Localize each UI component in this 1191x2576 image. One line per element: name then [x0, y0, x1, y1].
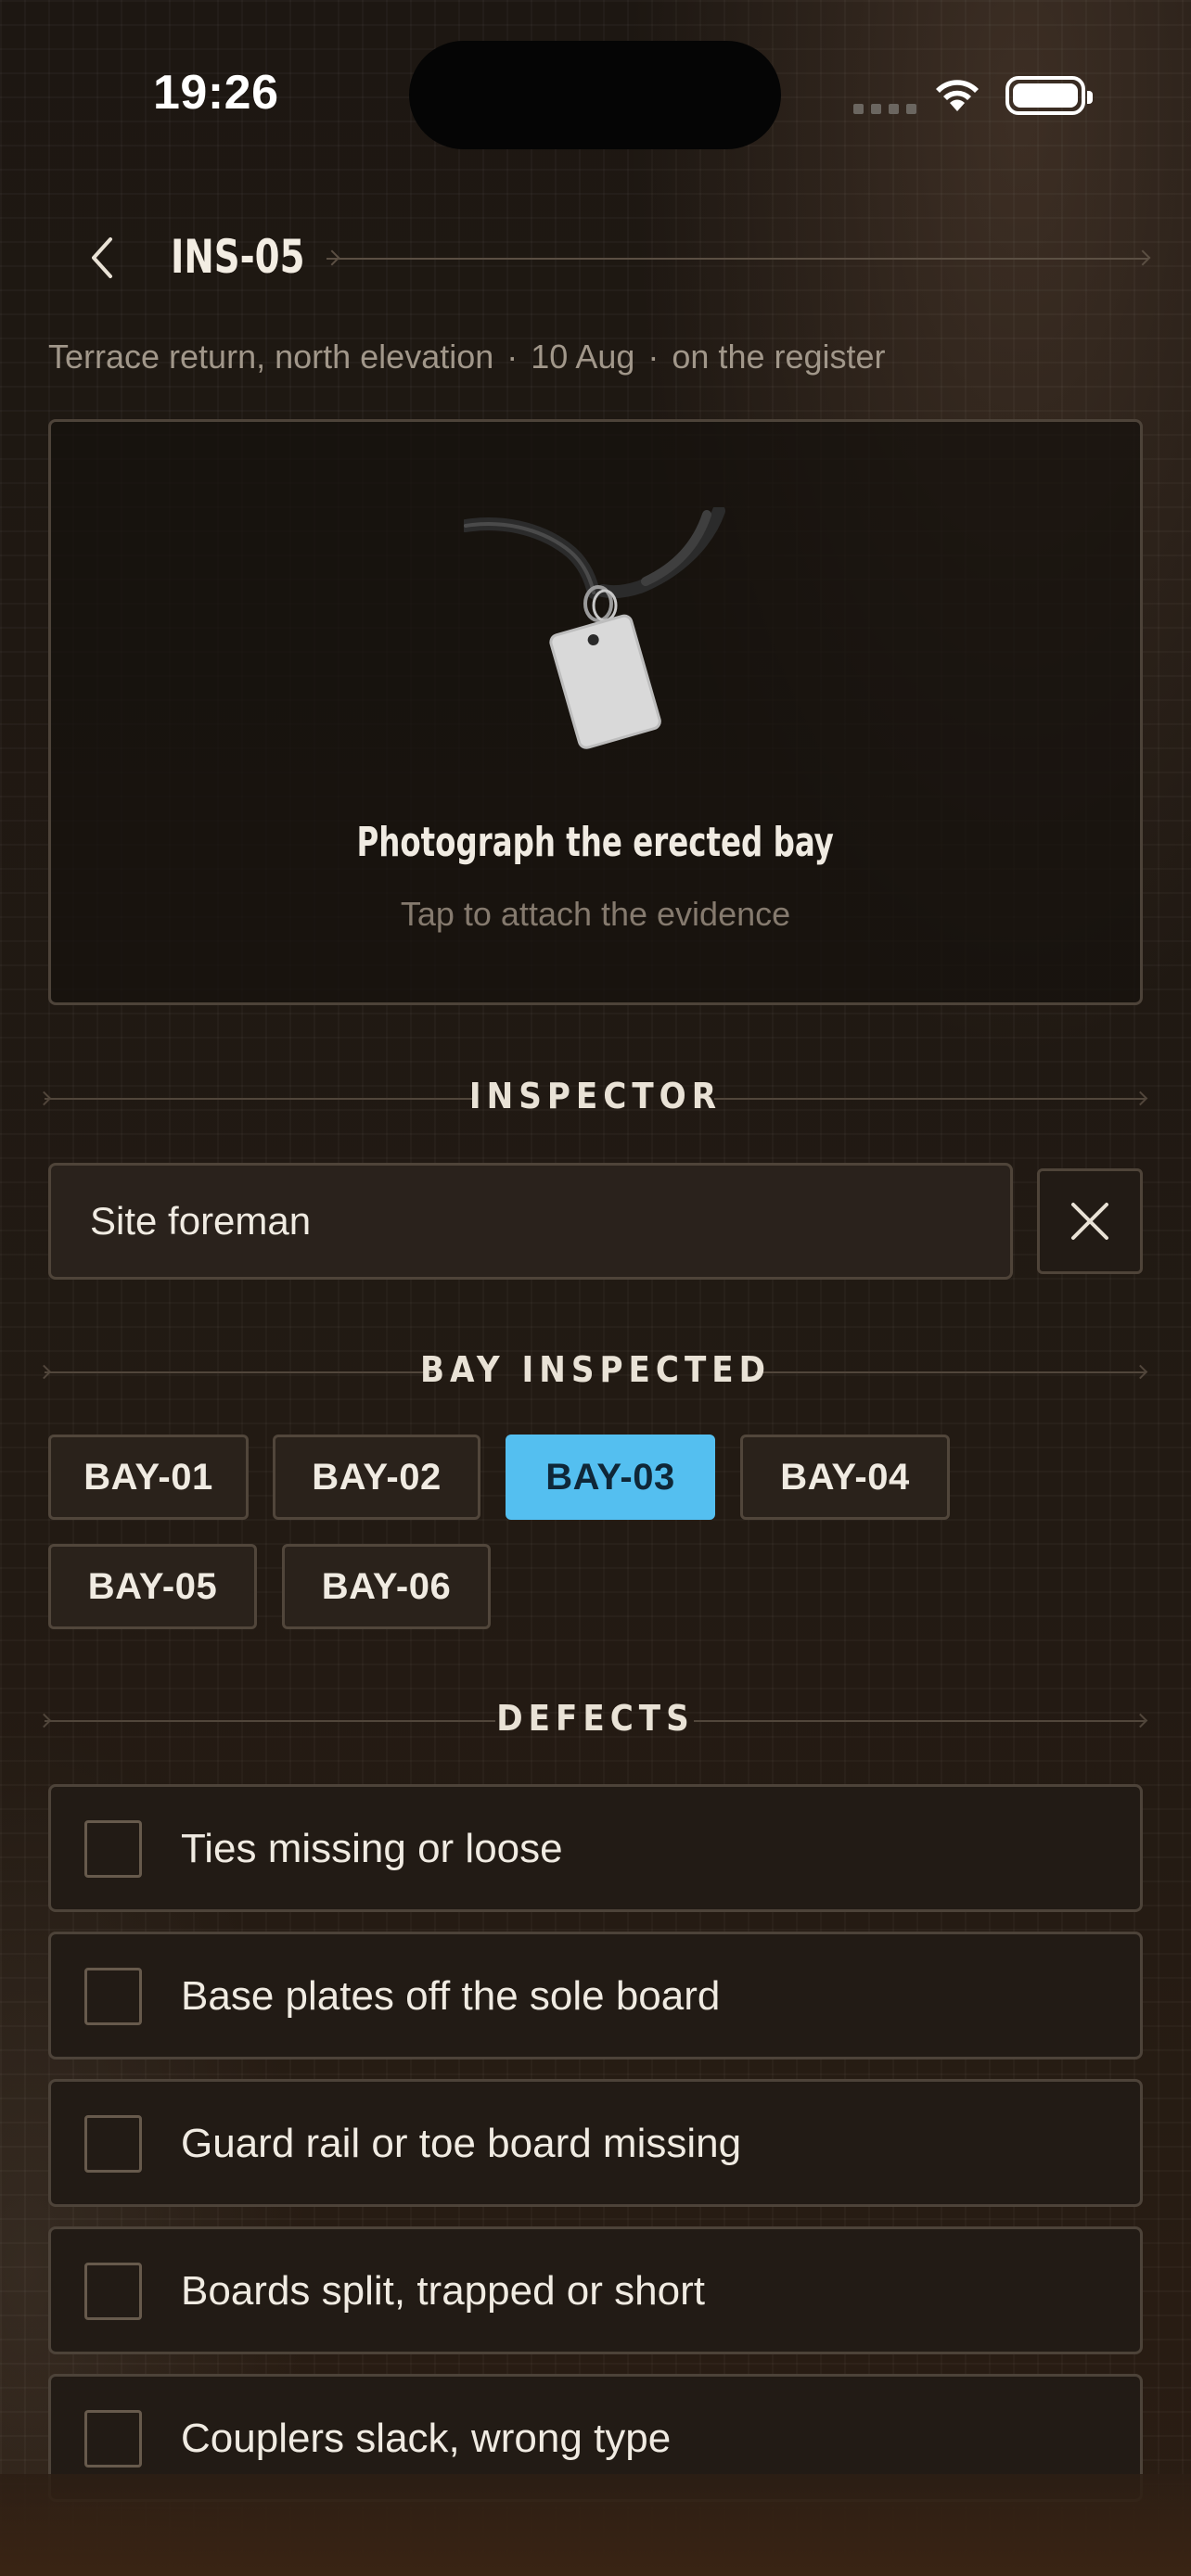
defect-item[interactable]: Guard rail or toe board missing: [48, 2079, 1143, 2207]
dynamic-island: [409, 41, 781, 149]
defect-item[interactable]: Boards split, trapped or short: [48, 2226, 1143, 2354]
defect-checkbox[interactable]: [84, 2410, 142, 2468]
defect-label: Base plates off the sole board: [181, 1973, 721, 2019]
defect-label: Boards split, trapped or short: [181, 2268, 705, 2314]
meta-location: Terrace return, north elevation: [48, 338, 494, 376]
wifi-icon: [936, 80, 979, 111]
section-bay-inspected: BAY INSPECTED: [36, 1349, 1150, 1396]
photo-card-subtitle: Tap to attach the evidence: [400, 895, 791, 933]
title-rule: [327, 258, 1148, 260]
defect-checkbox[interactable]: [84, 1968, 142, 2025]
bottom-fade: [0, 2474, 1191, 2576]
section-defects-label: DEFECTS: [496, 1698, 695, 1739]
section-bay-label: BAY INSPECTED: [419, 1349, 772, 1390]
back-button[interactable]: [80, 232, 122, 284]
meta-state: on the register: [672, 338, 886, 376]
meta-separator: ·: [647, 338, 660, 376]
bay-chip-05[interactable]: BAY-05: [48, 1544, 257, 1629]
bay-chip-06[interactable]: BAY-06: [282, 1544, 491, 1629]
meta-separator: ·: [506, 338, 519, 376]
meta-date: 10 Aug: [531, 338, 635, 376]
defect-label: Guard rail or toe board missing: [181, 2121, 742, 2166]
defect-item[interactable]: Base plates off the sole board: [48, 1932, 1143, 2060]
status-time: 19:26: [153, 66, 279, 120]
bay-chip-04[interactable]: BAY-04: [740, 1435, 950, 1520]
bay-chip-02[interactable]: BAY-02: [273, 1435, 480, 1520]
defect-checkbox[interactable]: [84, 1820, 142, 1878]
bay-chip-01[interactable]: BAY-01: [48, 1435, 249, 1520]
chevron-left-icon: [92, 237, 112, 278]
defect-label: Couplers slack, wrong type: [181, 2416, 672, 2461]
record-meta: Terrace return, north elevation · 10 Aug · o…: [48, 338, 886, 376]
section-inspector: INSPECTOR: [36, 1076, 1150, 1122]
photo-card-title: Photograph the erected bay: [356, 819, 835, 866]
page-title: INS-05: [171, 230, 305, 284]
section-inspector-label: INSPECTOR: [468, 1076, 723, 1116]
defect-item[interactable]: Ties missing or loose: [48, 1784, 1143, 1912]
bay-chip-03[interactable]: BAY-03: [506, 1435, 715, 1520]
close-icon: [1071, 1203, 1108, 1240]
photo-attach-card[interactable]: Photograph the erected bay Tap to attach…: [48, 419, 1143, 1005]
inspector-field[interactable]: [48, 1163, 1013, 1280]
cellular-signal-icon: [853, 104, 916, 114]
section-defects: DEFECTS: [36, 1698, 1150, 1744]
clear-inspector-button[interactable]: [1037, 1168, 1143, 1274]
defect-checkbox[interactable]: [84, 2115, 142, 2173]
tag-on-lanyard-icon: [464, 507, 725, 749]
defect-checkbox[interactable]: [84, 2263, 142, 2320]
defect-label: Ties missing or loose: [181, 1826, 563, 1871]
battery-icon: [1005, 76, 1093, 115]
